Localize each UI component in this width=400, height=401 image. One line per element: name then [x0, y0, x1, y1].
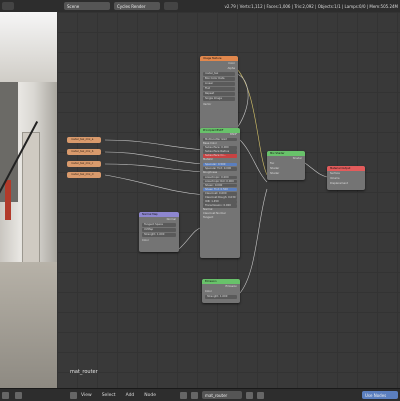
mix-shader-node[interactable]: Mix Shader Shader Fac Shader Shader — [267, 151, 305, 180]
object-icon[interactable] — [191, 391, 199, 399]
subsurface-radius-field[interactable]: Subsurface Radius — [203, 150, 237, 154]
wire-mix-output — [304, 162, 328, 178]
attribute-name: router_tex_mix_d — [71, 173, 94, 176]
socket-shader-b[interactable]: Shader — [267, 171, 305, 176]
source-dropdown[interactable]: Single Image — [203, 96, 235, 101]
render-engine-label: Cycles Render — [117, 3, 146, 9]
wire-emission-mix — [239, 188, 268, 294]
wire-attr-b — [104, 151, 206, 165]
subsurface-field[interactable]: Subsurface: 0.000 — [203, 146, 237, 150]
color-space-dropdown[interactable]: Box Color Data — [203, 76, 235, 81]
ior-field[interactable]: IOR: 1.450 — [203, 200, 237, 204]
attribute-node[interactable]: router_tex_mix_c — [67, 161, 101, 167]
clearcoat-field[interactable]: Clearcoat: 0.000 — [203, 191, 237, 196]
socket-color-in[interactable]: Color — [202, 289, 240, 294]
shader-type-icon[interactable] — [180, 391, 188, 399]
strength-field[interactable]: Strength: 1.000 — [142, 232, 176, 237]
socket-tangent[interactable]: Tangent — [200, 216, 240, 220]
interpolation-dropdown[interactable]: Linear — [203, 81, 235, 86]
principled-bsdf-node[interactable]: Principled BSDF BSDF Multiscatter GGX Ba… — [200, 128, 240, 258]
wire-attr-c — [104, 163, 206, 173]
node-editor-header: View Select Add Node mat_router Use Node… — [0, 388, 400, 401]
viewport-render-floor — [0, 262, 57, 388]
render-sample-counter: Sample 32/32 — [2, 13, 30, 18]
anisotropic-rotation-field[interactable]: Anisotropic Rot: 0.000 — [203, 179, 237, 184]
scene-selector[interactable]: Scene — [64, 2, 110, 10]
scene-name: Scene — [67, 3, 80, 9]
rendered-viewport[interactable]: Sample 32/32 — [0, 12, 57, 388]
socket-normal-out[interactable]: Normal — [139, 217, 179, 222]
strength-field[interactable]: Strength: 1.000 — [205, 294, 237, 299]
sheen-tint-field[interactable]: Sheen Tint: 0.500 — [203, 187, 237, 192]
new-material-icon[interactable] — [257, 391, 265, 399]
attribute-name: router_tex_mix_b — [71, 150, 94, 153]
attribute-node[interactable]: router_tex_mix_a — [67, 137, 101, 143]
wire-attr-d — [104, 174, 206, 196]
transmission-field[interactable]: Transmission: 0.000 — [203, 204, 237, 208]
viewport-render-door — [22, 132, 40, 274]
menu-node[interactable]: Node — [144, 393, 156, 398]
emission-node[interactable]: Emission Emission Color Strength: 1.000 — [202, 279, 240, 303]
wire-image-color — [236, 68, 268, 176]
material-name: mat_router — [205, 392, 228, 398]
socket-base-color[interactable]: Base Color — [200, 142, 240, 146]
normal-map-node[interactable]: Normal Map Normal Tangent Space UVMap St… — [139, 212, 179, 252]
distribution-dropdown[interactable]: Multiscatter GGX — [203, 137, 237, 142]
socket-color-in[interactable]: Color — [139, 238, 179, 243]
socket-displacement[interactable]: Displacement — [327, 181, 365, 186]
uv-map-field[interactable]: UVMap — [142, 227, 176, 232]
editor-type-icon[interactable] — [2, 2, 14, 10]
attribute-name: router_tex_mix_a — [71, 138, 94, 141]
attribute-node[interactable]: router_tex_mix_d — [67, 172, 101, 178]
viewport-render-ceiling — [0, 12, 57, 82]
sheen-field[interactable]: Sheen: 0.000 — [203, 183, 237, 188]
material-output-node[interactable]: Material Output Surface Volume Displacem… — [327, 166, 365, 190]
socket-metallic[interactable]: Metallic — [200, 158, 240, 162]
menu-view[interactable]: View — [81, 393, 92, 398]
editor-type-icon[interactable] — [2, 391, 9, 399]
viewport-shading-icon[interactable] — [15, 391, 22, 399]
socket-alpha-out[interactable]: Alpha — [200, 66, 238, 71]
scene-stats: v2.79 | Verts:1,112 | Faces:1,006 | Tris… — [224, 3, 398, 9]
blender-logo-icon — [164, 2, 178, 10]
menu-select[interactable]: Select — [102, 393, 116, 398]
viewport-render-red-object — [5, 180, 11, 220]
socket-bsdf-out[interactable]: BSDF — [200, 133, 240, 137]
attribute-name: router_tex_mix_c — [71, 162, 94, 165]
subsurface-color-field[interactable]: Subsurface Co... — [203, 154, 237, 158]
node-tree-name: mat_router — [70, 369, 98, 375]
specular-field[interactable]: Specular: 0.500 — [203, 162, 237, 167]
socket-roughness[interactable]: Roughness — [200, 171, 240, 175]
use-nodes-toggle[interactable]: Use Nodes — [362, 391, 398, 399]
menu-add[interactable]: Add — [126, 393, 135, 398]
render-engine-selector[interactable]: Cycles Render — [114, 2, 160, 10]
use-nodes-label: Use Nodes — [365, 392, 387, 398]
fake-user-icon[interactable] — [246, 391, 254, 399]
node-editor[interactable]: router_tex_mix_a router_tex_mix_b router… — [57, 12, 400, 388]
image-selector[interactable]: router_tex — [203, 71, 235, 76]
projection-dropdown[interactable]: Flat — [203, 86, 235, 91]
material-selector[interactable]: mat_router — [202, 391, 243, 399]
space-dropdown[interactable]: Tangent Space — [142, 222, 176, 227]
extension-dropdown[interactable]: Repeat — [203, 91, 235, 96]
specular-tint-field[interactable]: Specular Tint: 0.000 — [203, 166, 237, 171]
socket-vector-in[interactable]: Vector — [200, 102, 238, 107]
attribute-node[interactable]: router_tex_mix_b — [67, 149, 101, 155]
image-texture-node[interactable]: Image Texture Color Alpha router_tex Box… — [200, 56, 238, 136]
view-menu-icon[interactable] — [70, 391, 77, 399]
anisotropic-field[interactable]: Anisotropic: 0.000 — [203, 175, 237, 180]
wire-attr-a — [104, 139, 206, 151]
clearcoat-roughness-field[interactable]: Clearcoat Rough: 0.030 — [203, 196, 237, 200]
